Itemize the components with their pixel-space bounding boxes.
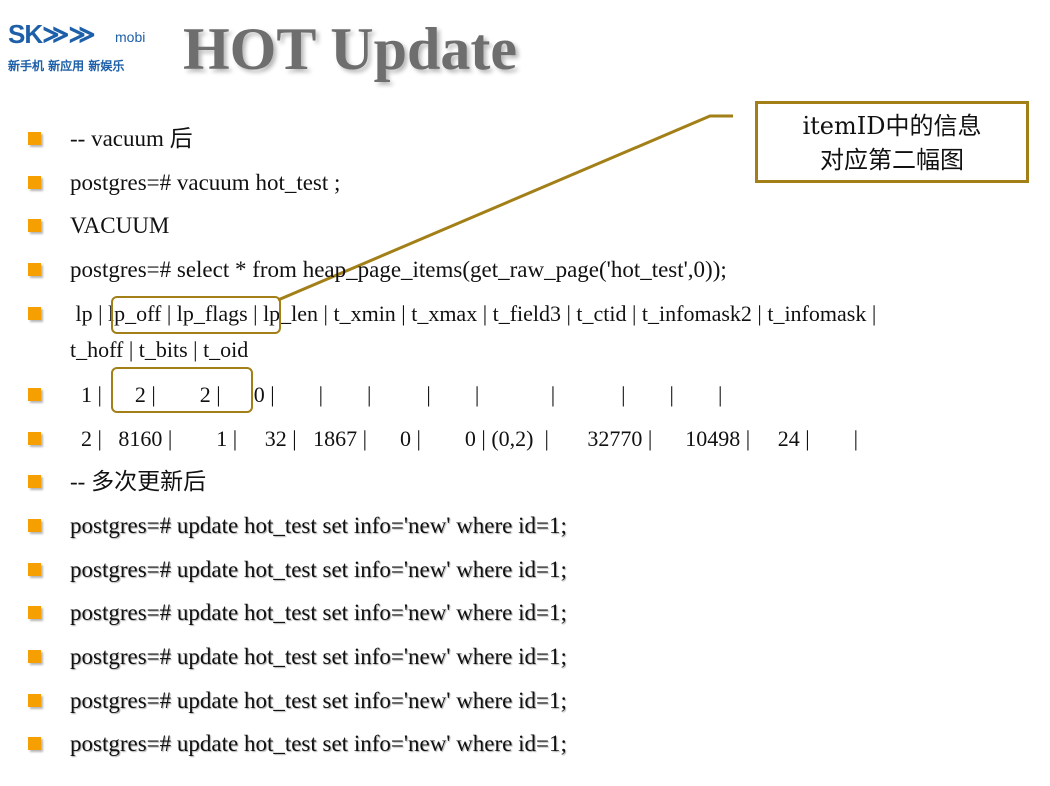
values-highlight-box — [111, 367, 253, 413]
bullet-marker — [28, 519, 41, 532]
list-item-text: -- 多次更新后 — [70, 469, 207, 494]
list-item-text: VACUUM — [70, 213, 170, 238]
bullet-marker — [28, 606, 41, 619]
bullet-marker — [28, 475, 41, 488]
list-item-text: postgres=# update hot_test set info='new… — [70, 600, 567, 625]
bullet-marker — [28, 694, 41, 707]
list-item-text: postgres=# update hot_test set info='new… — [70, 731, 567, 756]
list-item-text: postgres=# update hot_test set info='new… — [70, 644, 567, 669]
list-item-text: -- vacuum 后 — [70, 126, 193, 151]
bullet-marker — [28, 132, 41, 145]
bullet-marker — [28, 737, 41, 750]
bullet-marker — [28, 263, 41, 276]
list-item-text: postgres=# update hot_test set info='new… — [70, 688, 567, 713]
list-item-text-continued: t_hoff | t_bits | t_oid — [70, 337, 249, 362]
bullet-marker — [28, 388, 41, 401]
list-item-text: postgres=# vacuum hot_test ; — [70, 170, 341, 195]
bullet-marker — [28, 176, 41, 189]
list-item-text: postgres=# select * from heap_page_items… — [70, 257, 727, 282]
list-item-text: postgres=# update hot_test set info='new… — [70, 557, 567, 582]
bullet-marker — [28, 650, 41, 663]
bullet-marker — [28, 307, 41, 320]
list-item-text: postgres=# update hot_test set info='new… — [70, 513, 567, 538]
bullet-marker — [28, 219, 41, 232]
bullet-marker — [28, 432, 41, 445]
list-item-text: 2 | 8160 | 1 | 32 | 1867 | 0 | 0 | (0,2)… — [70, 426, 859, 451]
bullet-marker — [28, 563, 41, 576]
header-highlight-box — [111, 296, 281, 334]
